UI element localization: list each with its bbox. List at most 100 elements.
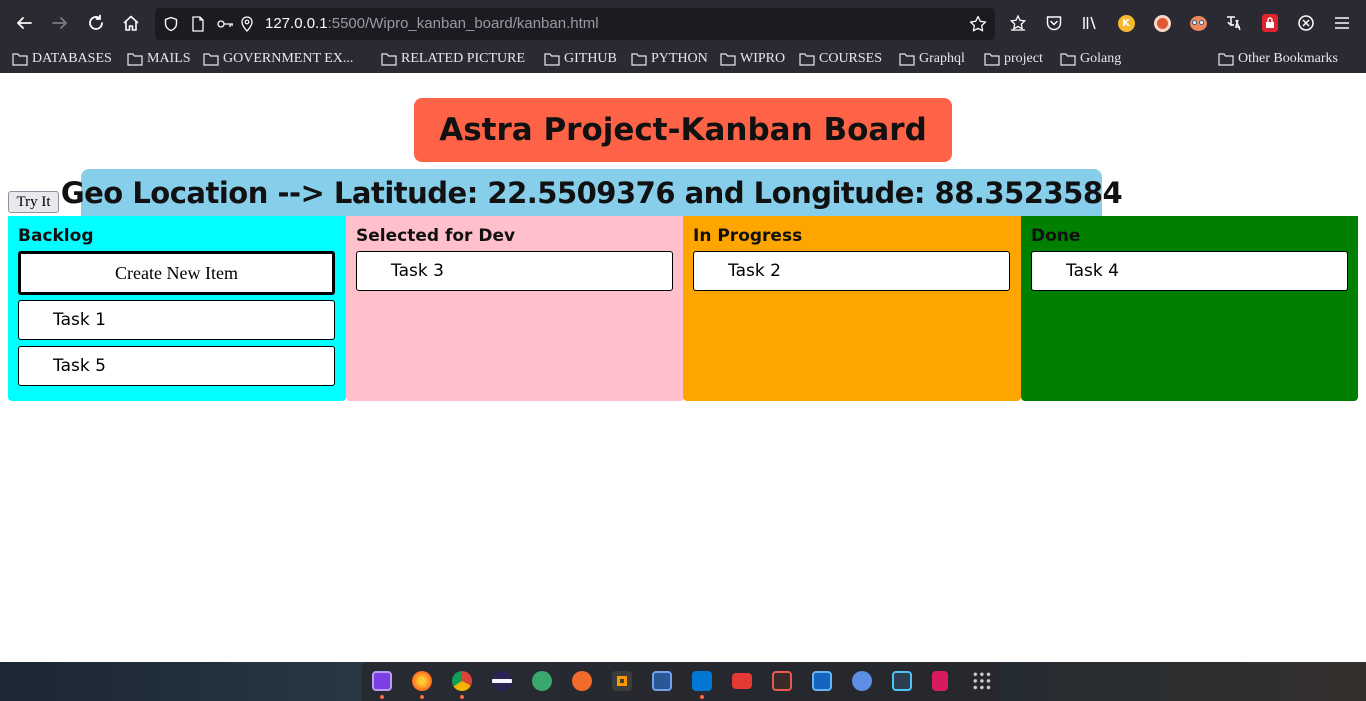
files-icon[interactable] — [732, 673, 752, 689]
bookmarks-bar: DATABASES MAILS GOVERNMENT EX... RELATED… — [0, 46, 1366, 73]
app-grid-icon[interactable] — [972, 671, 992, 691]
bookmark-label: COURSES — [819, 51, 883, 66]
column-selected-for-dev[interactable]: Selected for Dev Task 3 — [346, 216, 684, 401]
lock-extension-icon[interactable] — [1260, 13, 1280, 33]
geo-location-banner: Geo Location --> Latitude: 22.5509376 an… — [61, 169, 1123, 216]
chrome-icon[interactable] — [452, 671, 472, 691]
folder-icon — [203, 53, 219, 66]
other-bookmarks-folder[interactable]: Other Bookmarks — [1218, 49, 1338, 69]
firefox-icon[interactable] — [412, 671, 432, 691]
folder-icon — [799, 53, 815, 66]
folder-icon — [127, 53, 143, 66]
folder-icon — [984, 53, 1000, 66]
shield-icon[interactable] — [162, 15, 180, 33]
bookmark-folder[interactable]: RELATED PICTURE — [381, 49, 525, 69]
try-it-button[interactable]: Try It — [8, 191, 59, 213]
other-bookmarks-label: Other Bookmarks — [1238, 51, 1338, 66]
forward-icon[interactable] — [48, 11, 72, 35]
taskbar-dock — [362, 662, 1002, 701]
bookmark-label: DATABASES — [32, 51, 112, 66]
starred-list-icon[interactable] — [1008, 13, 1028, 33]
pocket-icon[interactable] — [1044, 13, 1064, 33]
tasks-icon[interactable] — [372, 671, 392, 691]
extension-k-label: K — [1117, 14, 1135, 32]
trash-icon[interactable] — [932, 671, 948, 691]
running-indicator — [420, 695, 424, 699]
address-bar[interactable]: 127.0.0.1:5500/Wipro_kanban_board/kanban… — [155, 8, 995, 40]
page-icon[interactable] — [189, 15, 207, 33]
globe-icon[interactable] — [532, 671, 552, 691]
bookmark-folder[interactable]: WIPRO — [720, 49, 785, 69]
column-done[interactable]: Done Task 4 — [1021, 216, 1358, 401]
task-card[interactable]: Task 1 — [18, 300, 335, 340]
sublime-icon[interactable] — [612, 671, 632, 691]
home-icon[interactable] — [119, 11, 143, 35]
column-in-progress[interactable]: In Progress Task 2 — [683, 216, 1021, 401]
screenshot-icon[interactable] — [812, 671, 832, 691]
bookmark-star-icon[interactable] — [969, 15, 987, 33]
bookmark-label: GOVERNMENT EX... — [223, 51, 354, 66]
board-title-banner: Astra Project-Kanban Board — [414, 98, 952, 162]
bookmark-label: GITHUB — [564, 51, 617, 66]
translate-extension-icon[interactable] — [1224, 13, 1244, 33]
browser-toolbar: 127.0.0.1:5500/Wipro_kanban_board/kanban… — [0, 0, 1366, 46]
github-extension-icon[interactable] — [1296, 13, 1316, 33]
task-card[interactable]: Task 5 — [18, 346, 335, 386]
bookmark-folder[interactable]: Golang — [1060, 49, 1121, 69]
bookmark-folder[interactable]: PYTHON — [631, 49, 708, 69]
bookmark-folder[interactable]: MAILS — [127, 49, 191, 69]
url-host: 127.0.0.1 — [265, 15, 328, 32]
bookmark-label: Golang — [1080, 51, 1122, 66]
folder-icon — [1060, 53, 1076, 66]
bookmark-folder[interactable]: COURSES — [799, 49, 882, 69]
library-icon[interactable] — [1080, 13, 1100, 33]
create-new-item-button[interactable]: Create New Item — [18, 251, 335, 295]
url-text[interactable]: 127.0.0.1:5500/Wipro_kanban_board/kanban… — [265, 15, 599, 32]
task-card[interactable]: Task 3 — [356, 251, 673, 291]
running-indicator — [380, 695, 384, 699]
menu-icon[interactable] — [1332, 13, 1352, 33]
column-backlog[interactable]: Backlog Create New Item Task 1 Task 5 — [8, 216, 346, 401]
settings-icon[interactable] — [852, 671, 872, 691]
task-card[interactable]: Task 2 — [693, 251, 1010, 291]
column-title: Backlog — [18, 226, 94, 246]
back-icon[interactable] — [12, 11, 36, 35]
url-path: :5500/Wipro_kanban_board/kanban.html — [327, 15, 599, 32]
column-title: Done — [1031, 226, 1081, 246]
vscode-icon[interactable] — [692, 671, 712, 691]
folder-icon — [899, 53, 915, 66]
safari-icon[interactable] — [572, 671, 592, 691]
eclipse-icon[interactable] — [492, 671, 512, 691]
column-title: In Progress — [693, 226, 803, 246]
running-indicator — [700, 695, 704, 699]
extension-k-icon[interactable]: K — [1116, 13, 1136, 33]
owl-extension-icon[interactable] — [1188, 13, 1208, 33]
folder-icon — [381, 53, 397, 66]
geo-location-text: Geo Location --> Latitude: 22.5509376 an… — [60, 175, 1123, 210]
monitor-icon[interactable] — [772, 671, 792, 691]
bookmark-label: RELATED PICTURE — [401, 51, 526, 66]
running-indicator — [460, 695, 464, 699]
bookmark-folder[interactable]: GOVERNMENT EX... — [203, 49, 353, 69]
permissions-icon[interactable] — [216, 15, 234, 33]
reload-icon[interactable] — [84, 11, 108, 35]
column-title: Selected for Dev — [356, 226, 516, 246]
page-title: Astra Project-Kanban Board — [439, 112, 927, 148]
bookmark-folder[interactable]: project — [984, 49, 1043, 69]
task-card[interactable]: Task 4 — [1031, 251, 1348, 291]
folder-icon — [1218, 53, 1234, 66]
bookmark-label: PYTHON — [651, 51, 708, 66]
bookmark-label: WIPRO — [740, 51, 786, 66]
location-icon[interactable] — [238, 15, 256, 33]
folder-icon — [12, 53, 28, 66]
bookmark-folder[interactable]: Graphql — [899, 49, 965, 69]
folder-icon — [720, 53, 736, 66]
folder-icon — [544, 53, 560, 66]
duckduckgo-icon[interactable] — [1152, 13, 1172, 33]
bookmark-folder[interactable]: DATABASES — [12, 49, 112, 69]
bookmark-folder[interactable]: GITHUB — [544, 49, 617, 69]
terminal-icon[interactable] — [892, 671, 912, 691]
bookmark-label: MAILS — [147, 51, 191, 66]
bookmark-label: Graphql — [919, 51, 965, 66]
editor-icon[interactable] — [652, 671, 672, 691]
